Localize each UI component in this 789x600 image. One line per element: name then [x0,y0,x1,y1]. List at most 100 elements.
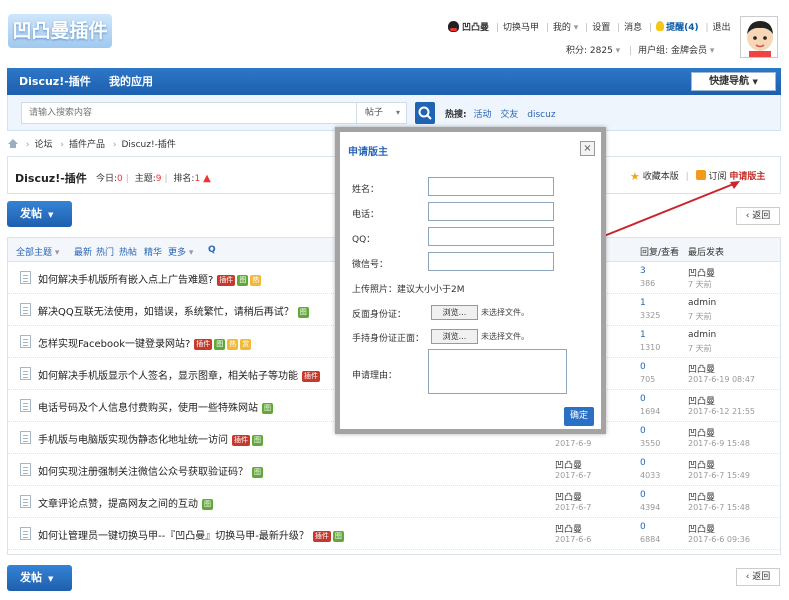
thread-title[interactable]: 怎样实现Facebook一键登录网站? 插件图热赏 [38,335,253,350]
thread-title-text[interactable]: 电话号码及个人信息付费购买，使用一些特殊网站 [38,403,258,414]
last-poster[interactable]: 凹凸曼 [688,362,715,375]
thread-author[interactable]: 凹凸曼 [555,490,582,503]
thread-title-text[interactable]: 文章评论点赞，提高网友之间的互动 [38,499,198,510]
favorite-forum-link[interactable]: 收藏本版 [643,172,679,182]
thread-title[interactable]: 如何解决手机版所有嵌入点上广告难题? 插件图热 [38,271,263,286]
filter-all[interactable]: 全部主题 ▾ [16,245,59,258]
hot-link[interactable]: 活动 [473,110,491,120]
last-post-date[interactable]: 2017-6-7 15:49 [688,471,750,480]
search-type-select[interactable]: 帖子 ▾ [357,102,407,124]
phone-field[interactable] [428,202,554,221]
table-row[interactable]: 如何让管理员一键切换马甲--『凹凸曼』切换马甲-最新升级？ 插件图凹凸曼 2017-… [8,519,780,550]
thread-title[interactable]: 解决QQ互联无法使用，如错误，系统繁忙，请稍后再试？图 [38,303,311,318]
last-post-date[interactable]: 2017-6-6 09:36 [688,535,750,544]
last-poster[interactable]: 凹凸曼 [688,394,715,407]
username-link[interactable]: 凹凸曼 [462,23,489,33]
credits-link[interactable]: 积分: 2825 [566,46,613,56]
rss-icon [695,170,706,180]
my-menu-link[interactable]: 我的 [553,23,571,33]
view-count: 386 [640,279,656,288]
filter-digest[interactable]: 精华 [144,245,162,258]
post-label: 发帖 [20,571,42,584]
thread-title-text[interactable]: 解决QQ互联无法使用，如错误，系统繁忙，请稍后再试？ [38,307,294,318]
thread-title-text[interactable]: 手机版与电脑版实现伪静态化地址统一访问 [38,435,228,446]
last-post-date[interactable]: 2017-6-7 15:48 [688,503,750,512]
thread-author[interactable]: 凹凸曼 [555,458,582,471]
last-poster[interactable]: 凹凸曼 [688,522,715,535]
thread-title[interactable]: 如何让管理员一键切换马甲--『凹凸曼』切换马甲-最新升级？ 插件图 [38,527,346,542]
filter-latest[interactable]: 最新 [74,245,92,258]
wechat-field[interactable] [428,252,554,271]
thread-title-text[interactable]: 如何解决手机版显示个人签名，显示图章，相关帖子等功能 [38,371,298,382]
id-front-browse-button[interactable]: 浏览... [431,305,478,320]
last-post-date[interactable]: 2017-6-19 08:47 [688,375,755,384]
last-post-date[interactable]: 7 天前 [688,279,712,290]
document-icon [20,303,31,316]
last-poster[interactable]: admin [688,298,716,308]
close-icon[interactable]: × [580,141,595,156]
filter-hot[interactable]: 热门 [96,245,114,258]
thread-badge: 插件 [302,371,320,382]
back-label: 返回 [752,572,771,582]
avatar[interactable] [740,16,778,58]
home-icon[interactable] [8,139,18,148]
nav-item-my-apps[interactable]: 我的应用 [109,68,153,95]
filter-hot-posts[interactable]: 热帖 [119,245,137,258]
thread-badge: 图 [252,467,263,478]
rank-value: 1 [194,174,201,184]
search-button[interactable] [415,102,435,124]
search-input[interactable] [21,102,357,124]
breadcrumb-item[interactable]: 论坛 [34,140,52,150]
new-post-button[interactable]: 发帖 ▼ [7,201,72,227]
last-post-date[interactable]: 2017-6-9 15:48 [688,439,750,448]
switch-account-link[interactable]: 切换马甲 [503,23,539,33]
new-post-button-bottom[interactable]: 发帖 ▼ [7,565,72,591]
table-row[interactable]: 如何实现注册强制关注微信公众号获取验证码？图凹凸曼 2017-6-7 0 4033 凹凸… [8,455,780,486]
table-row[interactable]: 文章评论点赞，提高网友之间的互动图凹凸曼 2017-6-7 0 4394 凹凸曼 2017… [8,487,780,518]
remind-link[interactable]: 提醒(4) [666,23,699,33]
nav-item-discuz-plugins[interactable]: Discuz!-插件 [19,68,91,95]
settings-link[interactable]: 设置 [592,23,610,33]
last-poster[interactable]: 凹凸曼 [688,490,715,503]
thread-title[interactable]: 手机版与电脑版实现伪静态化地址统一访问 插件图 [38,431,265,446]
apply-moderator-link[interactable]: 申请版主 [729,172,765,182]
search-icon[interactable]: Q [208,245,216,255]
filter-more[interactable]: 更多 ▾ [168,245,193,258]
thread-title-text[interactable]: 如何让管理员一键切换马甲--『凹凸曼』切换马甲-最新升级？ [38,531,309,542]
back-button-bottom[interactable]: ‹ 返回 [736,568,780,586]
last-poster[interactable]: 凹凸曼 [688,458,715,471]
thread-title[interactable]: 文章评论点赞，提高网友之间的互动图 [38,495,215,510]
site-logo[interactable]: 凹凸曼插件 [8,14,112,48]
last-poster[interactable]: 凹凸曼 [688,426,715,439]
messages-link[interactable]: 消息 [624,23,642,33]
usergroup-link[interactable]: 用户组: 金牌会员 [638,46,707,56]
reply-count: 0 [640,362,646,372]
hot-link[interactable]: discuz [527,110,555,120]
last-poster[interactable]: admin [688,330,716,340]
back-button[interactable]: ‹ 返回 [736,207,780,225]
reason-textarea[interactable] [428,349,567,394]
thread-title-text[interactable]: 怎样实现Facebook一键登录网站? [38,339,190,350]
qq-field[interactable] [428,227,554,246]
last-poster[interactable]: 凹凸曼 [688,266,715,279]
last-post-date[interactable]: 2017-6-12 21:55 [688,407,755,416]
name-field[interactable] [428,177,554,196]
id-hand-browse-button[interactable]: 浏览... [431,329,478,344]
subscribe-link[interactable]: 订阅 [708,172,726,182]
breadcrumb-item[interactable]: 插件产品 [69,140,105,150]
thread-badge: 热 [227,339,239,350]
thread-title[interactable]: 电话号码及个人信息付费购买，使用一些特殊网站图 [38,399,275,414]
thread-title-text[interactable]: 如何实现注册强制关注微信公众号获取验证码？ [38,467,248,478]
last-post-date[interactable]: 7 天前 [688,343,712,354]
thread-author[interactable]: 凹凸曼 [555,522,582,535]
thread-title-text[interactable]: 如何解决手机版所有嵌入点上广告难题? [38,275,213,286]
logout-link[interactable]: 退出 [713,23,731,33]
thread-date: 2017-6-9 [555,439,592,448]
quick-nav-button[interactable]: 快捷导航 ▼ [691,72,776,91]
hot-link[interactable]: 交友 [500,110,518,120]
thread-title[interactable]: 如何解决手机版显示个人签名，显示图章，相关帖子等功能 插件 [38,367,322,382]
last-post-date[interactable]: 7 天前 [688,311,712,322]
submit-button[interactable]: 确定 [564,407,594,426]
thread-title[interactable]: 如何实现注册强制关注微信公众号获取验证码？ 图 [38,463,265,478]
breadcrumb-item[interactable]: Discuz!-插件 [121,140,175,150]
